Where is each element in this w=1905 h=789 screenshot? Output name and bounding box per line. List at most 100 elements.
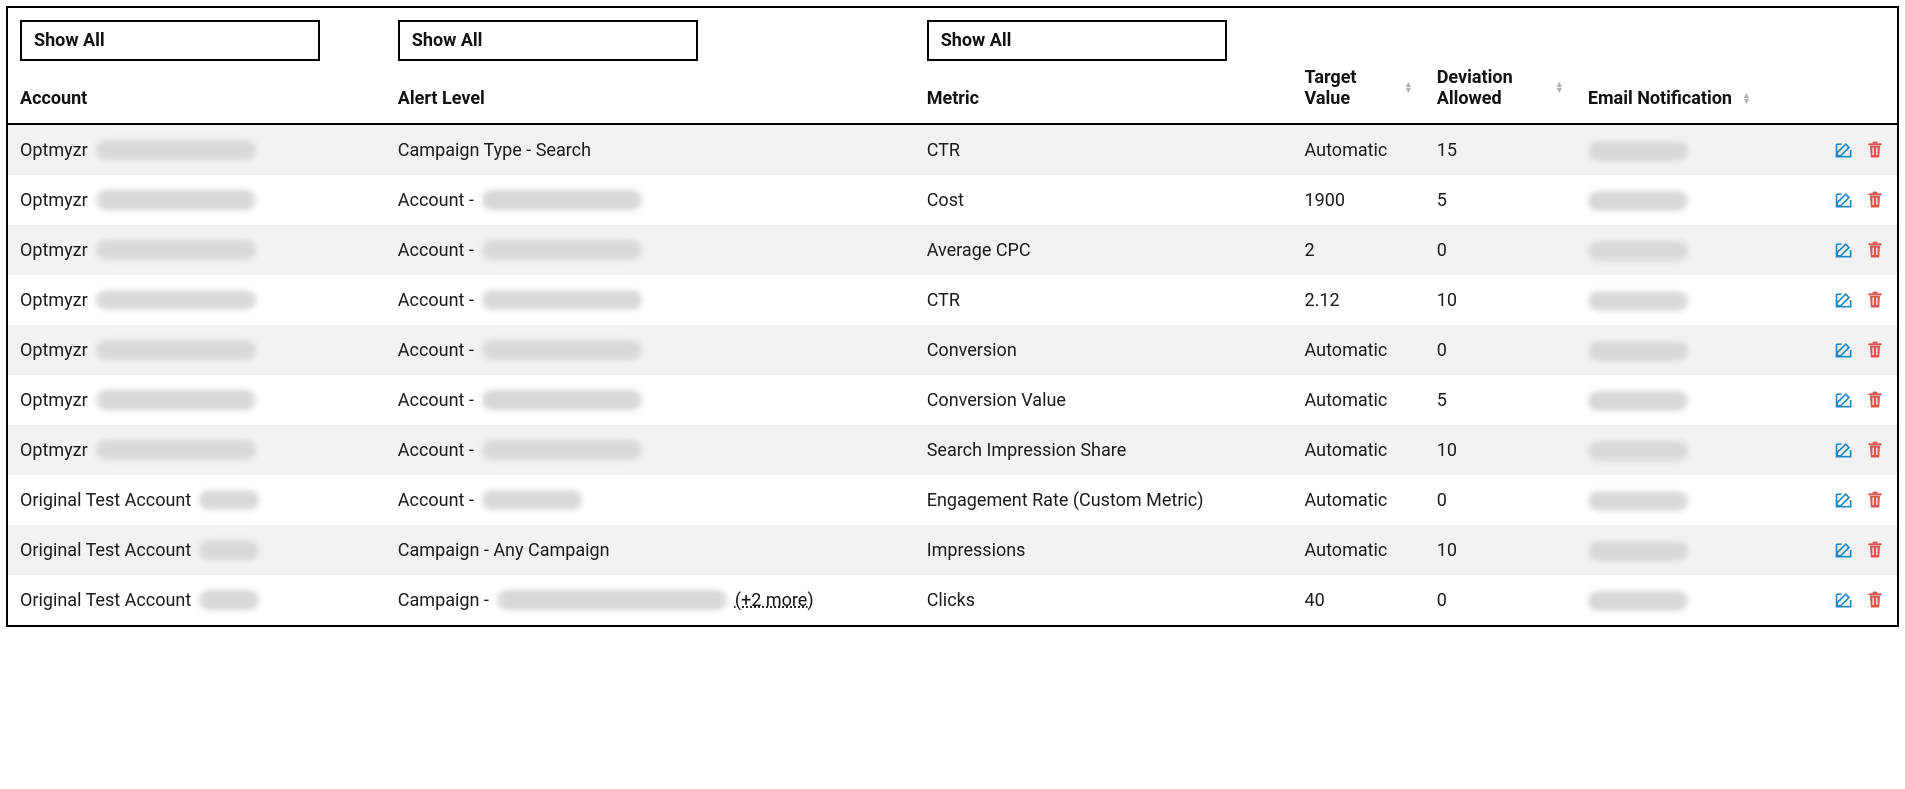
col-header-account[interactable]: Account	[8, 67, 386, 124]
alert-level-cell: Account -	[386, 175, 915, 225]
alert-level-text: Account -	[398, 440, 474, 461]
redacted-text	[96, 190, 256, 210]
deviation-cell: 5	[1425, 175, 1576, 225]
row-actions-cell	[1821, 475, 1897, 525]
more-items-link[interactable]: (+2 more)	[735, 590, 814, 611]
email-notification-cell	[1576, 375, 1822, 425]
trash-icon[interactable]	[1864, 289, 1885, 311]
edit-icon[interactable]	[1833, 339, 1854, 361]
account-cell: Optmyzr	[8, 225, 386, 275]
redacted-text	[1588, 241, 1688, 261]
account-name: Optmyzr	[20, 190, 88, 211]
alert-level-cell: Campaign - (+2 more)	[386, 575, 915, 625]
deviation-cell: 0	[1425, 575, 1576, 625]
alert-level-cell: Account -	[386, 325, 915, 375]
account-cell: Optmyzr	[8, 175, 386, 225]
row-actions-cell	[1821, 225, 1897, 275]
redacted-text	[482, 240, 642, 260]
alerts-table: Show All Show All Show All Account Alert…	[8, 8, 1897, 625]
trash-icon[interactable]	[1864, 239, 1885, 261]
trash-icon[interactable]	[1864, 139, 1885, 161]
deviation-cell: 5	[1425, 375, 1576, 425]
redacted-text	[482, 490, 582, 510]
col-header-alert-level[interactable]: Alert Level	[386, 67, 915, 124]
metric-cell: CTR	[915, 124, 1293, 175]
trash-icon[interactable]	[1864, 489, 1885, 511]
sort-icon: ▲▼	[1742, 93, 1751, 105]
account-cell: Optmyzr	[8, 325, 386, 375]
row-actions-cell	[1821, 525, 1897, 575]
alert-level-text: Account -	[398, 190, 474, 211]
table-row: Original Test AccountAccount - Engagemen…	[8, 475, 1897, 525]
account-cell: Optmyzr	[8, 375, 386, 425]
trash-icon[interactable]	[1864, 439, 1885, 461]
redacted-text	[497, 590, 727, 610]
metric-cell: Clicks	[915, 575, 1293, 625]
email-notification-cell	[1576, 525, 1822, 575]
edit-icon[interactable]	[1833, 189, 1854, 211]
trash-icon[interactable]	[1864, 589, 1885, 611]
redacted-text	[1588, 541, 1688, 561]
edit-icon[interactable]	[1833, 139, 1854, 161]
email-notification-cell	[1576, 475, 1822, 525]
trash-icon[interactable]	[1864, 339, 1885, 361]
email-notification-cell	[1576, 425, 1822, 475]
col-header-target-value[interactable]: Target Value▲▼	[1293, 67, 1425, 124]
metric-cell: Conversion	[915, 325, 1293, 375]
table-row: OptmyzrAccount - CTR2.1210	[8, 275, 1897, 325]
trash-icon[interactable]	[1864, 539, 1885, 561]
trash-icon[interactable]	[1864, 189, 1885, 211]
edit-icon[interactable]	[1833, 389, 1854, 411]
col-header-deviation-allowed[interactable]: Deviation Allowed▲▼	[1425, 67, 1576, 124]
deviation-cell: 15	[1425, 124, 1576, 175]
redacted-text	[1588, 591, 1688, 611]
target-value-cell: Automatic	[1293, 425, 1425, 475]
edit-icon[interactable]	[1833, 439, 1854, 461]
table-row: OptmyzrAccount - Search Impression Share…	[8, 425, 1897, 475]
alert-level-text: Account -	[398, 390, 474, 411]
deviation-cell: 0	[1425, 225, 1576, 275]
table-row: Original Test AccountCampaign - Any Camp…	[8, 525, 1897, 575]
account-cell: Original Test Account	[8, 475, 386, 525]
alert-level-cell: Campaign Type - Search	[386, 124, 915, 175]
redacted-text	[199, 590, 259, 610]
redacted-text	[482, 390, 642, 410]
deviation-cell: 10	[1425, 275, 1576, 325]
metric-filter-select[interactable]: Show All	[927, 20, 1227, 61]
redacted-text	[1588, 191, 1688, 211]
deviation-cell: 10	[1425, 525, 1576, 575]
row-actions-cell	[1821, 124, 1897, 175]
col-header-metric[interactable]: Metric	[915, 67, 1293, 124]
alert-level-text: Campaign Type - Search	[398, 140, 591, 161]
col-header-email-notification[interactable]: Email Notification▲▼	[1576, 67, 1822, 124]
edit-icon[interactable]	[1833, 489, 1854, 511]
alert-level-cell: Account -	[386, 375, 915, 425]
redacted-text	[96, 440, 256, 460]
alert-level-cell: Account -	[386, 425, 915, 475]
alert-level-cell: Account -	[386, 275, 915, 325]
edit-icon[interactable]	[1833, 539, 1854, 561]
account-cell: Optmyzr	[8, 275, 386, 325]
metric-cell: Conversion Value	[915, 375, 1293, 425]
edit-icon[interactable]	[1833, 289, 1854, 311]
redacted-text	[96, 240, 256, 260]
redacted-text	[482, 340, 642, 360]
email-notification-cell	[1576, 275, 1822, 325]
trash-icon[interactable]	[1864, 389, 1885, 411]
sort-icon: ▲▼	[1404, 82, 1413, 94]
account-name: Original Test Account	[20, 590, 191, 611]
account-cell: Original Test Account	[8, 525, 386, 575]
account-name: Original Test Account	[20, 490, 191, 511]
alert-level-filter-select[interactable]: Show All	[398, 20, 698, 61]
target-value-cell: Automatic	[1293, 124, 1425, 175]
edit-icon[interactable]	[1833, 239, 1854, 261]
redacted-text	[1588, 141, 1688, 161]
row-actions-cell	[1821, 425, 1897, 475]
edit-icon[interactable]	[1833, 589, 1854, 611]
account-name: Optmyzr	[20, 390, 88, 411]
email-notification-cell	[1576, 225, 1822, 275]
account-filter-select[interactable]: Show All	[20, 20, 320, 61]
redacted-text	[96, 340, 256, 360]
deviation-cell: 10	[1425, 425, 1576, 475]
target-value-cell: Automatic	[1293, 525, 1425, 575]
